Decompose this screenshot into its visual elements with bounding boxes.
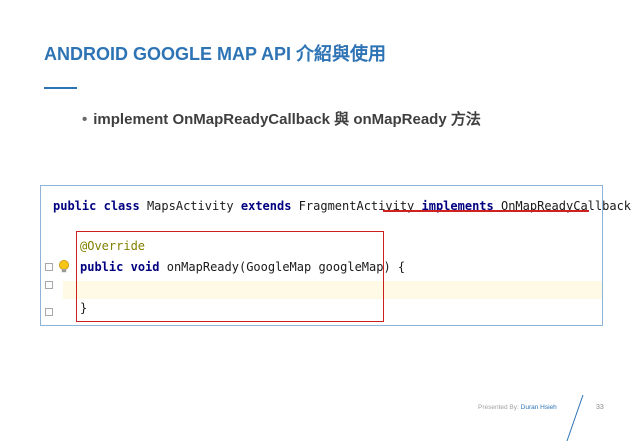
lightbulb-icon[interactable] bbox=[58, 260, 70, 274]
slide-title: ANDROID GOOGLE MAP API 介紹與使用 bbox=[44, 44, 387, 64]
red-underline bbox=[383, 210, 589, 212]
code-editor-screenshot: public class MapsActivity extends Fragme… bbox=[40, 185, 631, 326]
author-name: Duran Hsieh bbox=[520, 404, 557, 411]
footer-credit: Presented By: Duran Hsieh bbox=[478, 404, 557, 411]
class-name: MapsActivity bbox=[139, 199, 241, 213]
keyword-extends: extends bbox=[240, 199, 292, 213]
fold-marker[interactable] bbox=[45, 281, 53, 289]
page-number: 33 bbox=[596, 404, 604, 411]
footer-slash-decoration bbox=[566, 395, 584, 441]
presented-by-label: Presented By: bbox=[478, 404, 519, 411]
fold-marker[interactable] bbox=[45, 263, 53, 271]
keyword-class: class bbox=[103, 199, 140, 213]
highlight-box bbox=[76, 231, 384, 322]
fold-marker[interactable] bbox=[45, 308, 53, 316]
keyword-public: public bbox=[53, 199, 97, 213]
bullet-text: implement OnMapReadyCallback 與 onMapRead… bbox=[93, 111, 481, 128]
bullet-item: • implement OnMapReadyCallback 與 onMapRea… bbox=[82, 108, 481, 129]
bullet-marker: • bbox=[82, 111, 88, 128]
title-underline bbox=[44, 87, 77, 89]
